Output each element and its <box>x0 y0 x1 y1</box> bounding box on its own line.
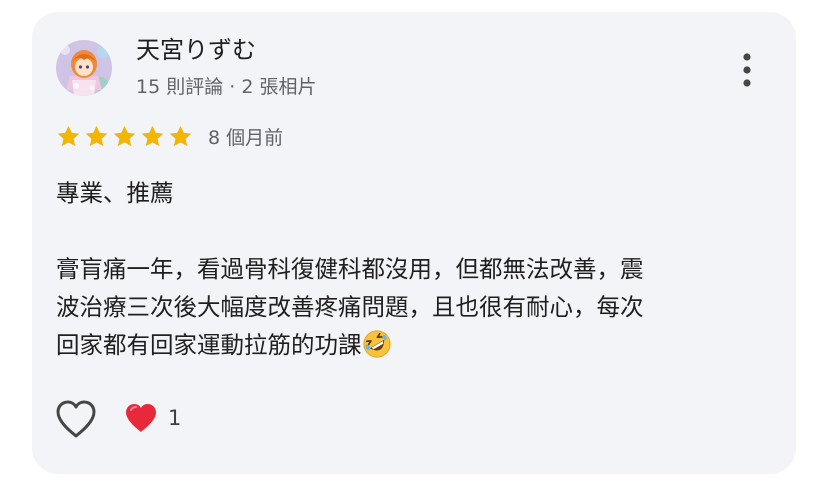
star-icon <box>113 125 136 146</box>
review-line: 膏肓痛一年，看過骨科復健科都沒用，但都無法改善，震 <box>56 255 644 283</box>
star-rating <box>56 124 193 149</box>
more-vert-icon <box>743 53 751 87</box>
rating-row: 8 個月前 <box>56 121 283 151</box>
avatar-image <box>56 40 112 96</box>
review-card: 天宮りずむ 15 則評論 · 2 張相片 8 個月前 專業、推薦 膏肓痛一年，看… <box>32 12 796 474</box>
star-icon <box>85 125 108 146</box>
reaction-count: 1 <box>168 406 182 430</box>
reviewer-name[interactable]: 天宮りずむ <box>136 34 256 66</box>
like-button[interactable] <box>54 398 98 440</box>
review-text: 專業、推薦 膏肓痛一年，看過骨科復健科都沒用，但都無法改善，震 波治療三次後大幅… <box>56 174 768 364</box>
star-icon <box>57 125 80 146</box>
review-date: 8 個月前 <box>208 126 284 149</box>
review-paragraph: 專業、推薦 <box>56 179 174 207</box>
reviewer-meta: 15 則評論 · 2 張相片 <box>136 76 317 98</box>
heart-outline-icon <box>56 400 96 438</box>
review-line: 波治療三次後大幅度改善疼痛問題，且也很有耐心，每次 <box>56 293 644 321</box>
star-icon <box>141 125 164 146</box>
heart-reaction[interactable]: 1 <box>124 402 181 434</box>
review-line-text: 回家都有回家運動拉筋的功課 <box>56 331 362 359</box>
rolling-laughing-emoji-icon <box>362 330 391 358</box>
red-heart-icon <box>126 404 156 432</box>
review-line-last: 回家都有回家運動拉筋的功課 <box>56 326 768 364</box>
reviewer-avatar[interactable] <box>56 40 112 96</box>
more-options-button[interactable] <box>734 50 760 90</box>
star-icon <box>169 125 192 146</box>
